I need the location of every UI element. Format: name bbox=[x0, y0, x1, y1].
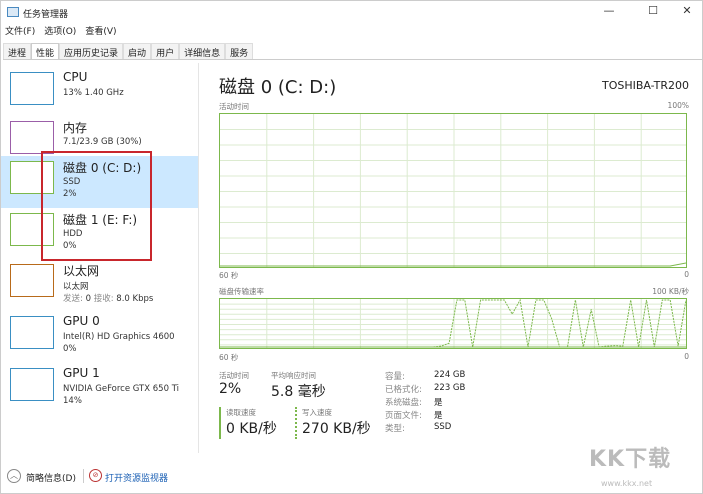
sidebar-item-name: CPU bbox=[63, 70, 88, 84]
minimize-button[interactable]: — bbox=[595, 4, 623, 20]
sidebar-item-detail: NVIDIA GeForce GTX 650 Ti bbox=[63, 384, 179, 394]
write-value: 270 KB/秒 bbox=[302, 421, 371, 437]
send-value: 0 bbox=[85, 294, 91, 304]
sidebar-item-detail: Intel(R) HD Graphics 4600 bbox=[63, 332, 175, 342]
property-label: 已格式化: bbox=[385, 385, 422, 395]
read-label: 读取速度 bbox=[226, 408, 256, 417]
recv-value: 8.0 Kbps bbox=[116, 294, 154, 304]
menu-view[interactable]: 查看(V) bbox=[85, 27, 116, 37]
sidebar-item[interactable]: CPU 13% 1.40 GHz bbox=[1, 67, 198, 119]
open-resource-monitor-link[interactable]: 打开资源监视器 bbox=[105, 471, 168, 484]
write-label: 写入速度 bbox=[302, 408, 332, 417]
sidebar-item[interactable]: GPU 0 Intel(R) HD Graphics 4600 0% bbox=[1, 311, 198, 363]
sidebar-thumbnail bbox=[10, 316, 54, 349]
page-title: 磁盘 0 (C: D:) bbox=[219, 77, 337, 98]
sidebar-item-detail: 以太网 bbox=[63, 282, 89, 292]
resource-monitor-icon: ⊘ bbox=[89, 469, 102, 482]
transfer-label: 磁盘传输速率 bbox=[219, 287, 264, 296]
sidebar-item[interactable]: 以太网 以太网 发送: 0 接收: 8.0 Kbps bbox=[1, 259, 198, 311]
fewer-details-button[interactable]: 简略信息(D) bbox=[26, 471, 76, 484]
send-label: 发送: bbox=[63, 294, 83, 304]
app-icon bbox=[7, 7, 19, 17]
maximize-button[interactable]: ☐ bbox=[639, 4, 667, 20]
tab-startup[interactable]: 启动 bbox=[123, 43, 152, 59]
activity-max: 100% bbox=[667, 101, 689, 110]
menu-options[interactable]: 选项(O) bbox=[44, 27, 76, 37]
sidebar-thumbnail bbox=[10, 121, 54, 154]
response-value: 5.8 毫秒 bbox=[271, 384, 326, 400]
sidebar-thumbnail bbox=[10, 368, 54, 401]
property-label: 系统磁盘: bbox=[385, 398, 422, 408]
active-time-value: 2% bbox=[219, 381, 242, 397]
tab-processes[interactable]: 进程 bbox=[3, 43, 32, 59]
tab-performance[interactable]: 性能 bbox=[31, 43, 60, 59]
highlight-box bbox=[41, 151, 152, 261]
activity-line bbox=[220, 262, 686, 267]
property-label: 类型: bbox=[385, 424, 405, 434]
menu-bar: 文件(F) 选项(O) 查看(V) bbox=[1, 24, 122, 40]
sidebar-item-name: GPU 0 bbox=[63, 314, 100, 328]
transfer-chart bbox=[219, 298, 687, 349]
tab-bar: 进程 性能 应用历史记录 启动 用户 详细信息 服务 bbox=[3, 43, 702, 60]
transfer-x-left: 60 秒 bbox=[219, 353, 239, 362]
property-label: 容量: bbox=[385, 372, 405, 382]
property-value: SSD bbox=[434, 422, 452, 432]
read-speed: 读取速度 0 KB/秒 bbox=[219, 407, 277, 439]
sidebar-item-net: 发送: 0 接收: 8.0 Kbps bbox=[63, 292, 153, 304]
divider bbox=[83, 469, 84, 483]
sidebar-item-detail: 7.1/23.9 GB (30%) bbox=[63, 137, 142, 147]
sidebar-item-name: 以太网 bbox=[63, 264, 100, 278]
sidebar-thumbnail bbox=[10, 72, 54, 105]
transfer-x-right: 0 bbox=[684, 352, 689, 361]
close-button[interactable]: ✕ bbox=[673, 4, 701, 20]
property-value: 是 bbox=[434, 411, 443, 421]
property-label: 页面文件: bbox=[385, 411, 422, 421]
tab-services[interactable]: 服务 bbox=[225, 43, 254, 59]
main-panel: 磁盘 0 (C: D:) TOSHIBA-TR200 活动时间 100% 60 … bbox=[219, 63, 689, 453]
sidebar-item-value: 0% bbox=[63, 344, 77, 354]
title-bar: 任务管理器 — ☐ ✕ bbox=[1, 1, 703, 23]
response-label: 平均响应时间 bbox=[271, 371, 316, 380]
transfer-max: 100 KB/秒 bbox=[652, 287, 689, 296]
activity-x-left: 60 秒 bbox=[219, 271, 239, 280]
menu-file[interactable]: 文件(F) bbox=[5, 27, 35, 37]
property-value: 223 GB bbox=[434, 383, 466, 393]
property-value: 224 GB bbox=[434, 370, 466, 380]
window-title: 任务管理器 bbox=[23, 10, 69, 20]
tab-users[interactable]: 用户 bbox=[151, 43, 180, 59]
property-value: 是 bbox=[434, 398, 443, 408]
activity-chart bbox=[219, 113, 687, 268]
sidebar-thumbnail bbox=[10, 264, 54, 297]
tab-app-history[interactable]: 应用历史记录 bbox=[59, 43, 124, 59]
sidebar-item-detail: 13% 1.40 GHz bbox=[63, 88, 124, 98]
disk-model: TOSHIBA-TR200 bbox=[601, 79, 689, 92]
watermark-url: www.kkx.net bbox=[601, 479, 653, 488]
watermark-logo: KK下载 bbox=[589, 447, 672, 472]
sidebar-item-name: 内存 bbox=[63, 121, 88, 135]
sidebar-item-name: GPU 1 bbox=[63, 366, 100, 380]
activity-x-right: 0 bbox=[684, 270, 689, 279]
activity-label: 活动时间 bbox=[219, 102, 249, 111]
write-speed: 写入速度 270 KB/秒 bbox=[295, 407, 371, 439]
chevron-up-icon[interactable]: ︿ bbox=[7, 469, 21, 483]
read-value: 0 KB/秒 bbox=[226, 421, 277, 437]
sidebar-item[interactable]: GPU 1 NVIDIA GeForce GTX 650 Ti 14% bbox=[1, 363, 198, 415]
tab-details[interactable]: 详细信息 bbox=[179, 43, 226, 59]
sidebar-item-value: 14% bbox=[63, 396, 82, 406]
active-time-label: 活动时间 bbox=[219, 371, 249, 380]
recv-label: 接收: bbox=[93, 294, 114, 304]
